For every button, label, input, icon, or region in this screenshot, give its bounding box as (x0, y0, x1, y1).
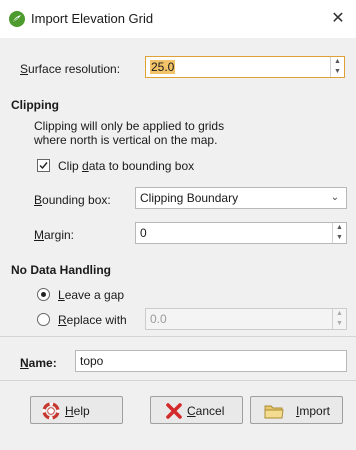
margin-spinner[interactable]: ▲ ▼ (332, 223, 346, 243)
clipping-heading: Clipping (11, 98, 59, 112)
chevron-up-icon: ▲ (336, 310, 343, 317)
chevron-down-icon[interactable]: ▼ (331, 67, 344, 77)
chevron-down-icon[interactable]: ▼ (333, 233, 346, 243)
clipping-note-line1: Clipping will only be applied to grids (34, 119, 225, 133)
margin-label: Margin: (34, 228, 75, 242)
divider (0, 380, 356, 381)
help-button-label: Help (65, 404, 90, 418)
name-value: topo (80, 354, 104, 368)
help-button[interactable]: Help (30, 396, 123, 424)
folder-icon (264, 405, 284, 419)
chevron-down-icon[interactable]: ⌄ (324, 188, 346, 210)
replace-with-radio[interactable] (37, 313, 50, 326)
name-input[interactable]: topo (75, 350, 347, 372)
import-button[interactable]: Import (250, 396, 343, 424)
bounding-box-value: Clipping Boundary (140, 191, 239, 205)
replace-with-spinner: ▲ ▼ (332, 309, 346, 329)
title-bar: Import Elevation Grid ✕ (0, 0, 356, 38)
chevron-up-icon[interactable]: ▲ (333, 223, 346, 233)
bounding-box-select[interactable]: Clipping Boundary ⌄ (135, 187, 347, 209)
app-icon (9, 11, 25, 27)
no-data-heading: No Data Handling (11, 263, 112, 277)
checkmark-icon (39, 162, 48, 170)
replace-with-input[interactable]: 0.0 ▲ ▼ (145, 308, 347, 330)
leave-gap-label[interactable]: Leave a gap (58, 288, 124, 302)
chevron-up-icon[interactable]: ▲ (331, 57, 344, 67)
cancel-button[interactable]: Cancel (150, 396, 243, 424)
surface-resolution-label: Surface resolution: (20, 62, 121, 76)
dialog-body: Surface resolution: 25.0 ▲ ▼ Clipping Cl… (0, 38, 356, 450)
cancel-button-label: Cancel (187, 404, 225, 418)
clip-data-label[interactable]: Clip data to bounding box (58, 159, 194, 173)
margin-value: 0 (140, 226, 147, 240)
close-icon[interactable]: ✕ (328, 9, 348, 29)
margin-input[interactable]: 0 ▲ ▼ (135, 222, 347, 244)
bounding-box-label: Bounding box: (34, 193, 111, 207)
name-label: Name: (20, 356, 57, 370)
cancel-icon (166, 403, 182, 419)
window-title: Import Elevation Grid (31, 11, 154, 26)
replace-with-value: 0.0 (150, 312, 167, 326)
chevron-down-icon: ▼ (336, 320, 343, 327)
replace-with-label[interactable]: Replace with (58, 313, 127, 327)
surface-resolution-value: 25.0 (150, 60, 176, 74)
leave-gap-radio[interactable] (37, 288, 50, 301)
clipping-note-line2: where north is vertical on the map. (34, 133, 218, 147)
import-button-label: Import (296, 404, 331, 418)
help-icon (42, 402, 60, 420)
surface-resolution-spinner[interactable]: ▲ ▼ (330, 57, 344, 77)
clip-data-checkbox[interactable] (37, 159, 50, 172)
divider (0, 336, 356, 337)
surface-resolution-input[interactable]: 25.0 ▲ ▼ (145, 56, 345, 78)
